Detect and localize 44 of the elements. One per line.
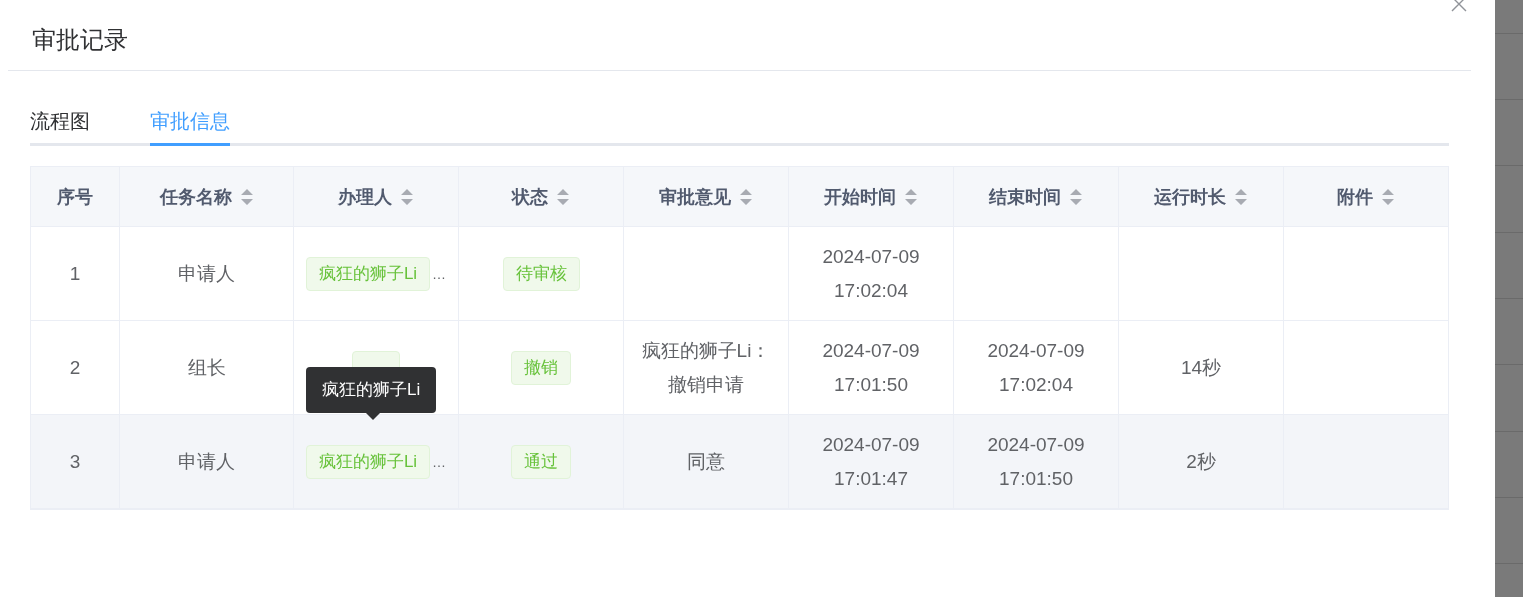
status-tag: 撤销 xyxy=(511,350,571,385)
tooltip-arrow xyxy=(366,413,380,420)
table-cell-text: 2024-07-09 17:01:50 xyxy=(822,338,920,397)
sort-icon[interactable] xyxy=(556,186,570,207)
column-header[interactable]: 序号 xyxy=(31,167,120,226)
tab[interactable]: 流程图 xyxy=(30,105,90,143)
table-cell-text: 2024-07-09 17:01:50 xyxy=(987,432,1085,491)
table-cell-text: 申请人 xyxy=(178,261,235,286)
sort-icon[interactable] xyxy=(400,186,414,207)
column-header[interactable]: 任务名称 xyxy=(120,167,294,226)
column-header[interactable]: 审批意见 xyxy=(624,167,789,226)
status-tag: 通过 xyxy=(511,444,571,479)
table-cell-text: 组长 xyxy=(187,355,226,380)
column-header[interactable]: 结束时间 xyxy=(954,167,1119,226)
column-header[interactable]: 开始时间 xyxy=(789,167,954,226)
table-cell-text: 疯狂的狮子Li：撤销申请 xyxy=(641,338,771,397)
table-cell-text: 同意 xyxy=(686,449,726,474)
sort-icon[interactable] xyxy=(239,186,254,207)
sort-icon[interactable] xyxy=(1381,186,1395,207)
table-cell-text: 3 xyxy=(69,449,81,474)
dialog-title: 审批记录 xyxy=(32,25,129,55)
table-cell-text: 2024-07-09 17:02:04 xyxy=(822,244,920,303)
table-cell-text: 2024-07-09 17:01:47 xyxy=(822,432,920,491)
column-header[interactable]: 附件 xyxy=(1284,167,1448,226)
table-cell-text: 申请人 xyxy=(178,449,235,474)
table-cell-text: 1 xyxy=(69,261,81,286)
sort-icon[interactable] xyxy=(1069,186,1083,207)
handler-tag: 疯狂的狮子Li xyxy=(305,256,431,291)
table-cell-text: 2秒 xyxy=(1186,449,1216,474)
overflow-ellipsis: … xyxy=(432,452,447,472)
overflow-ellipsis: … xyxy=(432,264,447,284)
status-tag: 待审核 xyxy=(502,256,580,291)
column-header[interactable]: 状态 xyxy=(459,167,624,226)
column-header[interactable]: 运行时长 xyxy=(1119,167,1284,226)
table-cell-text: 2024-07-09 17:02:04 xyxy=(987,338,1085,397)
sort-icon[interactable] xyxy=(739,186,753,207)
handler-tag: 疯狂的狮子Li xyxy=(305,444,431,479)
table-cell-text: 14秒 xyxy=(1180,355,1222,380)
sort-icon[interactable] xyxy=(904,186,918,207)
column-header[interactable]: 办理人 xyxy=(294,167,459,226)
tooltip: 疯狂的狮子Li xyxy=(306,367,437,413)
table-cell-text: 2 xyxy=(69,355,81,380)
close-icon[interactable] xyxy=(1451,0,1467,12)
sort-icon[interactable] xyxy=(1234,186,1248,207)
